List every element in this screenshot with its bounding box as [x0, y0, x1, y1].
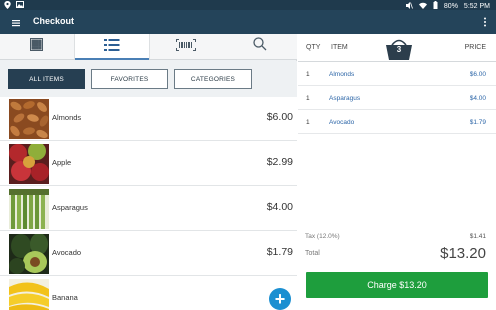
- cart-line-item[interactable]: 1 Avocado $1.79: [298, 110, 496, 134]
- app-bar: Checkout: [0, 10, 496, 34]
- cart-line-price: $1.79: [469, 119, 486, 126]
- barcode-icon: [176, 38, 197, 56]
- tab-list-view[interactable]: [73, 34, 150, 60]
- total-value: $13.20: [440, 245, 486, 262]
- add-item-button[interactable]: +: [269, 288, 291, 310]
- almonds-thumbnail: [9, 99, 49, 139]
- view-tabs: [0, 34, 297, 60]
- list-item[interactable]: Apple $2.99: [0, 142, 297, 186]
- basket-icon: 3: [384, 38, 414, 60]
- avocado-thumbnail: [9, 234, 49, 274]
- item-price: $4.00: [266, 201, 293, 213]
- list-item[interactable]: Almonds $6.00: [0, 97, 297, 141]
- all-items-button[interactable]: ALL ITEMS: [8, 69, 85, 89]
- favorites-button[interactable]: FAVORITES: [91, 69, 168, 89]
- tax-label: Tax (12.0%): [305, 233, 340, 240]
- categories-button[interactable]: CATEGORIES: [174, 69, 252, 89]
- cart-line-price: $4.00: [469, 95, 486, 102]
- banana-thumbnail: [9, 279, 49, 310]
- cart-item-count: 3: [396, 45, 402, 54]
- item-price: $6.00: [266, 111, 293, 123]
- search-icon: [253, 37, 267, 56]
- cart-header: QTY ITEM 3 PRICE: [298, 34, 496, 62]
- cart-line-name: Almonds: [329, 71, 355, 78]
- cart-line-price: $6.00: [469, 71, 486, 78]
- list-item[interactable]: Banana: [0, 277, 297, 310]
- cart-line-name: Asparagus: [329, 95, 361, 102]
- tab-search[interactable]: [223, 34, 297, 59]
- cart-line-qty: 1: [306, 95, 310, 102]
- cart-line-qty: 1: [306, 119, 310, 126]
- page-title: Checkout: [33, 16, 75, 26]
- item-name: Apple: [52, 158, 72, 167]
- status-time: 5:52 PM: [463, 2, 490, 10]
- cart-panel: QTY ITEM 3 PRICE 1 Almonds $6.00 1 Aspar…: [298, 34, 496, 310]
- cart-line-qty: 1: [306, 71, 310, 78]
- price-column-header: PRICE: [464, 44, 486, 51]
- cart-line-item[interactable]: 1 Almonds $6.00: [298, 62, 496, 86]
- item-name: Avocado: [52, 248, 82, 257]
- item-column-header: ITEM: [331, 44, 348, 51]
- cart-line-item[interactable]: 1 Asparagus $4.00: [298, 86, 496, 110]
- plus-icon: +: [274, 289, 286, 309]
- item-catalog-panel: ALL ITEMS FAVORITES CATEGORIES Almonds $…: [0, 34, 297, 310]
- charge-button[interactable]: Charge $13.20: [306, 272, 488, 298]
- list-icon: [103, 38, 120, 56]
- filter-bar: ALL ITEMS FAVORITES CATEGORIES: [0, 61, 297, 97]
- status-bar: 80% 5:52 PM: [0, 0, 496, 10]
- tab-grid-view[interactable]: [0, 34, 74, 59]
- list-item[interactable]: Asparagus $4.00: [0, 187, 297, 231]
- cart-line-name: Avocado: [329, 119, 355, 126]
- tax-value: $1.41: [469, 233, 486, 240]
- apple-thumbnail: [9, 144, 49, 184]
- item-price: $1.79: [266, 246, 293, 258]
- asparagus-thumbnail: [9, 189, 49, 229]
- grid-icon: [30, 37, 44, 56]
- item-list: Almonds $6.00 Apple $2.99 Asparagus $4.0…: [0, 97, 297, 310]
- more-options-icon[interactable]: [482, 15, 488, 29]
- total-label: Total: [305, 250, 320, 257]
- item-name: Asparagus: [52, 203, 88, 212]
- item-price: $2.99: [266, 156, 293, 168]
- list-item[interactable]: Avocado $1.79: [0, 232, 297, 276]
- battery-level: 80%: [443, 2, 458, 10]
- item-name: Banana: [52, 293, 78, 302]
- qty-column-header: QTY: [306, 44, 321, 51]
- item-name: Almonds: [52, 113, 82, 122]
- hamburger-menu-icon[interactable]: [10, 16, 22, 28]
- tab-barcode-scan[interactable]: [150, 34, 224, 59]
